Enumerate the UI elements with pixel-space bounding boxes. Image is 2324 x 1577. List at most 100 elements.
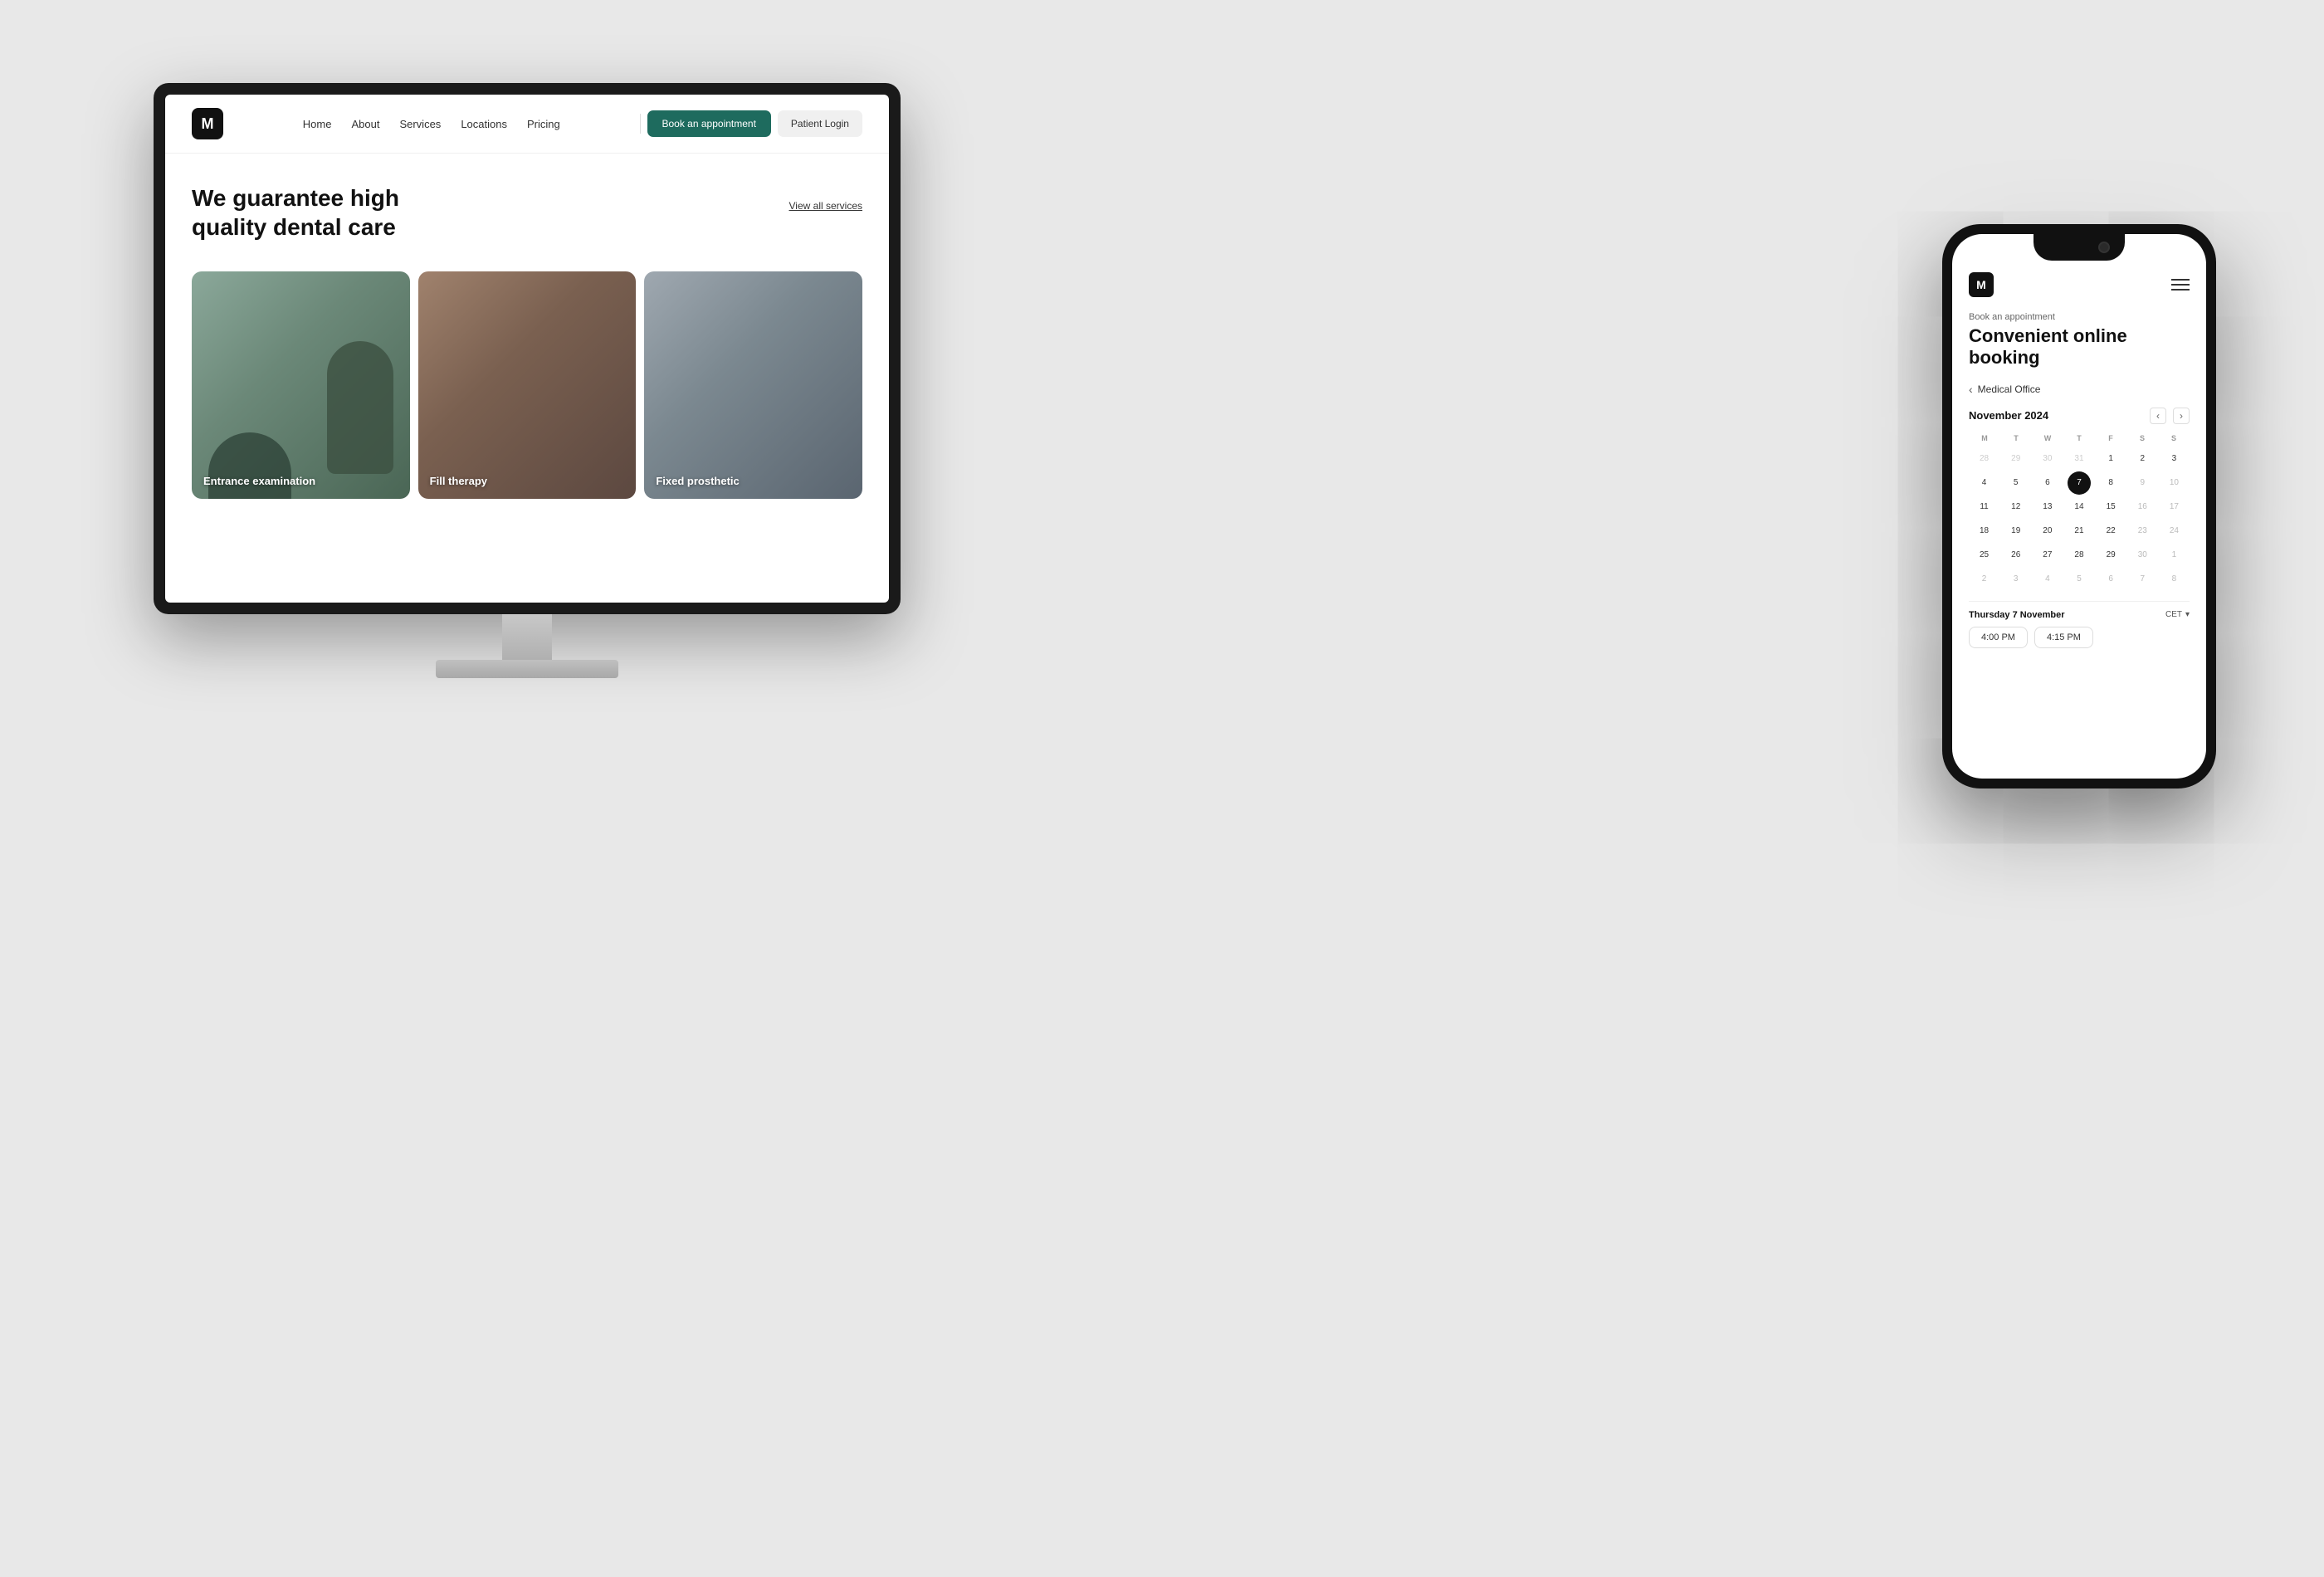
cal-cell-w5-d6: 8 (2162, 568, 2185, 591)
cal-cell-w1-d2[interactable]: 6 (2036, 471, 2059, 495)
cal-cell-w4-d5: 30 (2131, 544, 2154, 567)
selected-date-label: Thursday 7 November (1969, 610, 2065, 620)
phone-back-nav[interactable]: ‹ Medical Office (1969, 383, 2190, 396)
patient-silhouette (208, 432, 291, 499)
card-inner-examination (192, 271, 410, 499)
nav-services[interactable]: Services (399, 118, 441, 130)
cal-cell-w5-d0: 2 (1973, 568, 1996, 591)
calendar-grid: 2829303112345678910111213141516171819202… (1969, 447, 2190, 591)
cal-cell-w0-d0: 28 (1973, 447, 1996, 471)
phone-screen: M Book an appointment Convenient online … (1952, 234, 2206, 779)
nav-links: Home About Services Locations Pricing (303, 118, 560, 130)
back-chevron-icon: ‹ (1969, 383, 1973, 396)
service-card-label-2: Fixed prosthetic (656, 475, 739, 487)
calendar-navigation: ‹ › (2150, 408, 2190, 424)
website-nav: M Home About Services Locations Pricing … (165, 95, 889, 154)
phone-top-bar: M (1969, 271, 2190, 297)
cal-cell-w3-d3[interactable]: 21 (2068, 520, 2091, 543)
cal-cell-w1-d4[interactable]: 8 (2099, 471, 2122, 495)
cal-cell-w0-d3: 31 (2068, 447, 2091, 471)
time-section: Thursday 7 November CET ▾ 4:00 PM 4:15 PM (1969, 601, 2190, 648)
day-label-mon: M (1969, 432, 2000, 444)
service-card-label-1: Fill therapy (430, 475, 487, 487)
book-appointment-button[interactable]: Book an appointment (647, 110, 771, 137)
view-all-services-link[interactable]: View all services (789, 200, 862, 212)
phone-frame: M Book an appointment Convenient online … (1942, 224, 2216, 788)
doctor-silhouette (327, 341, 393, 474)
cal-cell-w1-d3[interactable]: 7 (2068, 471, 2091, 495)
cal-cell-w2-d2[interactable]: 13 (2036, 496, 2059, 519)
monitor-display: M Home About Services Locations Pricing … (154, 83, 901, 681)
hero-title: We guarantee high quality dental care (192, 183, 457, 242)
phone-content: M Book an appointment Convenient online … (1952, 234, 2206, 779)
nav-buttons: Book an appointment Patient Login (640, 110, 862, 137)
calendar-month-label: November 2024 (1969, 409, 2048, 422)
cal-cell-w4-d6: 1 (2162, 544, 2185, 567)
cal-cell-w5-d2: 4 (2036, 568, 2059, 591)
monitor-stand-neck (502, 614, 552, 660)
day-label-sun: S (2158, 432, 2190, 444)
monitor-stand-base (436, 660, 618, 678)
day-label-thu: T (2063, 432, 2095, 444)
cal-cell-w5-d5: 7 (2131, 568, 2154, 591)
nav-home[interactable]: Home (303, 118, 332, 130)
nav-divider (640, 114, 641, 134)
cal-cell-w1-d0[interactable]: 4 (1973, 471, 1996, 495)
hamburger-menu[interactable] (2171, 279, 2190, 290)
cal-cell-w0-d6[interactable]: 3 (2162, 447, 2185, 471)
calendar-days-header: M T W T F S S (1969, 432, 2190, 444)
calendar-next-button[interactable]: › (2173, 408, 2190, 424)
service-card-examination[interactable]: Entrance examination (192, 271, 410, 499)
timezone-value: CET (2165, 610, 2182, 619)
phone-display: M Book an appointment Convenient online … (1942, 224, 2216, 788)
cal-cell-w3-d5: 23 (2131, 520, 2154, 543)
time-section-header: Thursday 7 November CET ▾ (1969, 610, 2190, 620)
cal-cell-w3-d0[interactable]: 18 (1973, 520, 1996, 543)
nav-pricing[interactable]: Pricing (527, 118, 560, 130)
cal-cell-w5-d1: 3 (2004, 568, 2028, 591)
time-slot-0[interactable]: 4:00 PM (1969, 627, 2028, 648)
back-nav-label: Medical Office (1978, 383, 2041, 395)
cal-cell-w2-d6: 17 (2162, 496, 2185, 519)
phone-notch (2034, 234, 2125, 261)
cal-cell-w0-d5[interactable]: 2 (2131, 447, 2154, 471)
day-label-wed: W (2032, 432, 2063, 444)
cal-cell-w4-d4[interactable]: 29 (2099, 544, 2122, 567)
cal-cell-w3-d6: 24 (2162, 520, 2185, 543)
cal-cell-w2-d3[interactable]: 14 (2068, 496, 2091, 519)
cal-cell-w2-d0[interactable]: 11 (1973, 496, 1996, 519)
cal-cell-w1-d6: 10 (2162, 471, 2185, 495)
timezone-selector[interactable]: CET ▾ (2165, 610, 2190, 619)
calendar: November 2024 ‹ › M T W T F S S (1969, 408, 2190, 591)
hero-section: We guarantee high quality dental care Vi… (165, 154, 889, 258)
patient-login-button[interactable]: Patient Login (778, 110, 862, 137)
cal-cell-w5-d3: 5 (2068, 568, 2091, 591)
cal-cell-w2-d1[interactable]: 12 (2004, 496, 2028, 519)
cal-cell-w4-d0[interactable]: 25 (1973, 544, 1996, 567)
monitor-screen: M Home About Services Locations Pricing … (165, 95, 889, 603)
cal-cell-w2-d5: 16 (2131, 496, 2154, 519)
cal-cell-w3-d4[interactable]: 22 (2099, 520, 2122, 543)
cal-cell-w0-d4[interactable]: 1 (2099, 447, 2122, 471)
phone-main-title: Convenient online booking (1969, 325, 2190, 369)
time-slot-1[interactable]: 4:15 PM (2034, 627, 2093, 648)
nav-locations[interactable]: Locations (461, 118, 507, 130)
nav-about[interactable]: About (351, 118, 379, 130)
service-card-prosthetic[interactable]: Fixed prosthetic (644, 271, 862, 499)
calendar-header: November 2024 ‹ › (1969, 408, 2190, 424)
service-card-therapy[interactable]: Fill therapy (418, 271, 637, 499)
cal-cell-w2-d4[interactable]: 15 (2099, 496, 2122, 519)
cal-cell-w4-d1[interactable]: 26 (2004, 544, 2028, 567)
cal-cell-w3-d1[interactable]: 19 (2004, 520, 2028, 543)
cal-cell-w4-d2[interactable]: 27 (2036, 544, 2059, 567)
day-label-sat: S (2126, 432, 2158, 444)
phone-logo: M (1969, 272, 1994, 297)
card-inner-prosthetic (644, 271, 862, 499)
day-label-fri: F (2095, 432, 2126, 444)
service-cards-section: Entrance examination Fill therapy Fixed … (165, 258, 889, 499)
cal-cell-w4-d3[interactable]: 28 (2068, 544, 2091, 567)
cal-cell-w3-d2[interactable]: 20 (2036, 520, 2059, 543)
calendar-prev-button[interactable]: ‹ (2150, 408, 2166, 424)
cal-cell-w1-d1[interactable]: 5 (2004, 471, 2028, 495)
cal-cell-w1-d5: 9 (2131, 471, 2154, 495)
